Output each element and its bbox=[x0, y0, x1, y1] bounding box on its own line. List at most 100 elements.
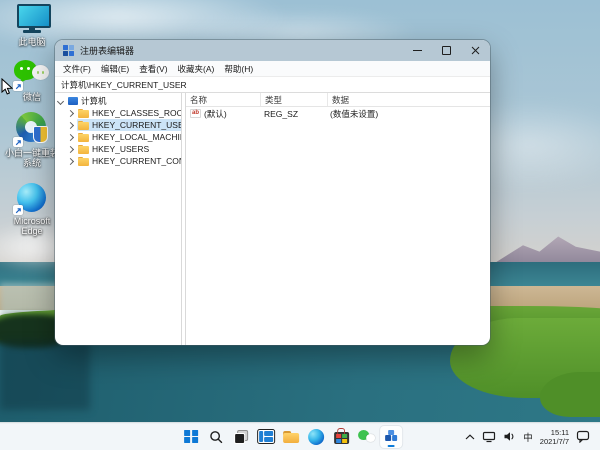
column-header-name[interactable]: 名称 bbox=[186, 93, 261, 106]
shortcut-arrow-icon bbox=[13, 81, 23, 91]
shortcut-arrow-icon bbox=[13, 137, 23, 147]
value-type: REG_SZ bbox=[264, 108, 299, 119]
wechat-icon bbox=[13, 58, 50, 91]
expand-chevron-icon[interactable] bbox=[66, 133, 75, 141]
volume-button[interactable] bbox=[503, 430, 516, 443]
menu-view[interactable]: 查看(V) bbox=[134, 63, 172, 75]
menu-bar: 文件(F) 编辑(E) 查看(V) 收藏夹(A) 帮助(H) bbox=[55, 61, 490, 77]
menu-edit[interactable]: 编辑(E) bbox=[96, 63, 134, 75]
menu-file[interactable]: 文件(F) bbox=[58, 63, 96, 75]
wallpaper-water-shadow bbox=[0, 340, 90, 410]
taskbar-clock[interactable]: 15:11 2021/7/7 bbox=[540, 428, 569, 446]
desktop-icon-edge[interactable]: Microsoft Edge bbox=[4, 182, 60, 236]
tree-item-computer[interactable]: 计算机 bbox=[55, 95, 181, 107]
folder-icon bbox=[78, 144, 89, 154]
xiaobai-icon bbox=[13, 112, 50, 147]
tree-item-hkey-classes-root[interactable]: HKEY_CLASSES_ROOT bbox=[65, 107, 181, 119]
wechat-taskbar-icon bbox=[357, 429, 375, 444]
wechat-bubble-small bbox=[32, 65, 49, 80]
tree-item-label: HKEY_USERS bbox=[92, 144, 150, 154]
maximize-button[interactable] bbox=[432, 40, 461, 61]
tray-overflow-button[interactable] bbox=[465, 433, 475, 440]
task-view-button[interactable] bbox=[230, 426, 252, 448]
ime-indicator[interactable]: 中 bbox=[523, 430, 533, 444]
store-button[interactable] bbox=[330, 426, 352, 448]
taskbar-center-icons bbox=[180, 425, 403, 448]
desktop-icon-label: 此电脑 bbox=[18, 37, 46, 47]
system-tray: 中 15:11 2021/7/7 bbox=[465, 423, 590, 450]
regedit-window-icon bbox=[63, 45, 74, 56]
taskbar: 中 15:11 2021/7/7 bbox=[0, 422, 600, 450]
search-button[interactable] bbox=[205, 426, 227, 448]
window-titlebar[interactable]: 注册表编辑器 bbox=[55, 40, 490, 61]
edge-browser-icon bbox=[308, 428, 325, 445]
tree-item-label: HKEY_CURRENT_USER bbox=[92, 120, 181, 130]
notification-center-button[interactable] bbox=[576, 430, 590, 443]
desktop-icon-xiaobai[interactable]: 小白一键重装系统 bbox=[4, 112, 60, 168]
edge-button[interactable] bbox=[305, 426, 327, 448]
tree-item-label: HKEY_CURRENT_CONFIG bbox=[92, 156, 181, 166]
folder-icon bbox=[78, 132, 89, 142]
clock-time: 15:11 bbox=[550, 427, 569, 437]
value-name: (默认) bbox=[204, 108, 227, 119]
microsoft-store-icon bbox=[333, 428, 349, 444]
tree-item-label: 计算机 bbox=[81, 96, 107, 106]
desktop-icon-this-pc[interactable]: 此电脑 bbox=[4, 3, 60, 47]
minimize-button[interactable] bbox=[403, 40, 432, 61]
window-title: 注册表编辑器 bbox=[80, 46, 135, 56]
expand-chevron-icon[interactable] bbox=[66, 157, 75, 165]
notification-icon bbox=[576, 430, 590, 443]
folder-icon bbox=[78, 108, 89, 118]
network-button[interactable] bbox=[482, 430, 496, 443]
file-explorer-icon bbox=[283, 430, 300, 443]
menu-help[interactable]: 帮助(H) bbox=[219, 63, 258, 75]
regedit-taskbar-button[interactable] bbox=[380, 425, 403, 448]
column-header-type[interactable]: 类型 bbox=[261, 93, 328, 106]
expand-chevron-icon[interactable] bbox=[66, 109, 75, 117]
expand-chevron-icon[interactable] bbox=[66, 145, 75, 153]
wechat-taskbar-button[interactable] bbox=[355, 426, 377, 448]
ime-indicator-label: 中 bbox=[523, 432, 533, 444]
xiaobai-shield bbox=[33, 126, 48, 143]
tree-item-hkey-current-config[interactable]: HKEY_CURRENT_CONFIG bbox=[65, 155, 181, 167]
string-value-icon: ab bbox=[190, 109, 202, 118]
desktop-icon-label: 小白一键重装系统 bbox=[4, 148, 59, 168]
values-list-pane[interactable]: 名称 类型 数据 ab (默认) REG_SZ (数值未设置) bbox=[186, 93, 490, 345]
column-header-data[interactable]: 数据 bbox=[328, 93, 490, 106]
search-icon bbox=[210, 430, 223, 443]
value-row-default[interactable]: ab (默认) REG_SZ (数值未设置) bbox=[186, 107, 490, 120]
widgets-icon bbox=[256, 428, 276, 445]
menu-favorites[interactable]: 收藏夹(A) bbox=[173, 63, 220, 75]
task-view-icon bbox=[234, 429, 249, 444]
start-button[interactable] bbox=[180, 426, 202, 448]
widgets-button[interactable] bbox=[255, 426, 277, 448]
address-path: 计算机\HKEY_CURRENT_USER bbox=[61, 79, 187, 90]
desktop-icon-label: Microsoft Edge bbox=[13, 216, 51, 236]
running-indicator bbox=[387, 444, 395, 447]
clock-date: 2021/7/7 bbox=[539, 436, 569, 446]
tree-item-hkey-users[interactable]: HKEY_USERS bbox=[65, 143, 181, 155]
address-bar[interactable]: 计算机\HKEY_CURRENT_USER bbox=[55, 77, 490, 93]
this-pc-base bbox=[23, 30, 41, 33]
tree-item-label: HKEY_CLASSES_ROOT bbox=[92, 108, 181, 118]
tree-item-hkey-local-machine[interactable]: HKEY_LOCAL_MACHINE bbox=[65, 131, 181, 143]
windows-logo-icon bbox=[184, 429, 198, 444]
edge-icon bbox=[13, 182, 50, 215]
this-pc-screen bbox=[17, 4, 51, 28]
expand-chevron-icon[interactable] bbox=[66, 121, 75, 129]
chevron-up-icon bbox=[465, 433, 475, 439]
regedit-window: 注册表编辑器 文件(F) 编辑(E) 查看(V) 收藏夹(A) 帮助(H) 计算… bbox=[55, 40, 490, 345]
tree-item-label: HKEY_LOCAL_MACHINE bbox=[92, 132, 181, 142]
registry-tree-pane[interactable]: 计算机 HKEY_CLASSES_ROOT HKEY_CURRENT_USER … bbox=[55, 93, 181, 345]
maximize-icon bbox=[442, 46, 451, 55]
close-button[interactable] bbox=[461, 40, 490, 61]
file-explorer-button[interactable] bbox=[280, 426, 302, 448]
caption-buttons bbox=[403, 40, 490, 61]
collapse-chevron-icon[interactable] bbox=[56, 97, 65, 105]
tree-item-hkey-current-user[interactable]: HKEY_CURRENT_USER bbox=[65, 119, 181, 131]
minimize-icon bbox=[413, 50, 422, 51]
speaker-icon bbox=[504, 432, 514, 441]
close-icon bbox=[471, 46, 480, 55]
mouse-cursor bbox=[1, 77, 14, 101]
list-header: 名称 类型 数据 bbox=[186, 93, 490, 107]
